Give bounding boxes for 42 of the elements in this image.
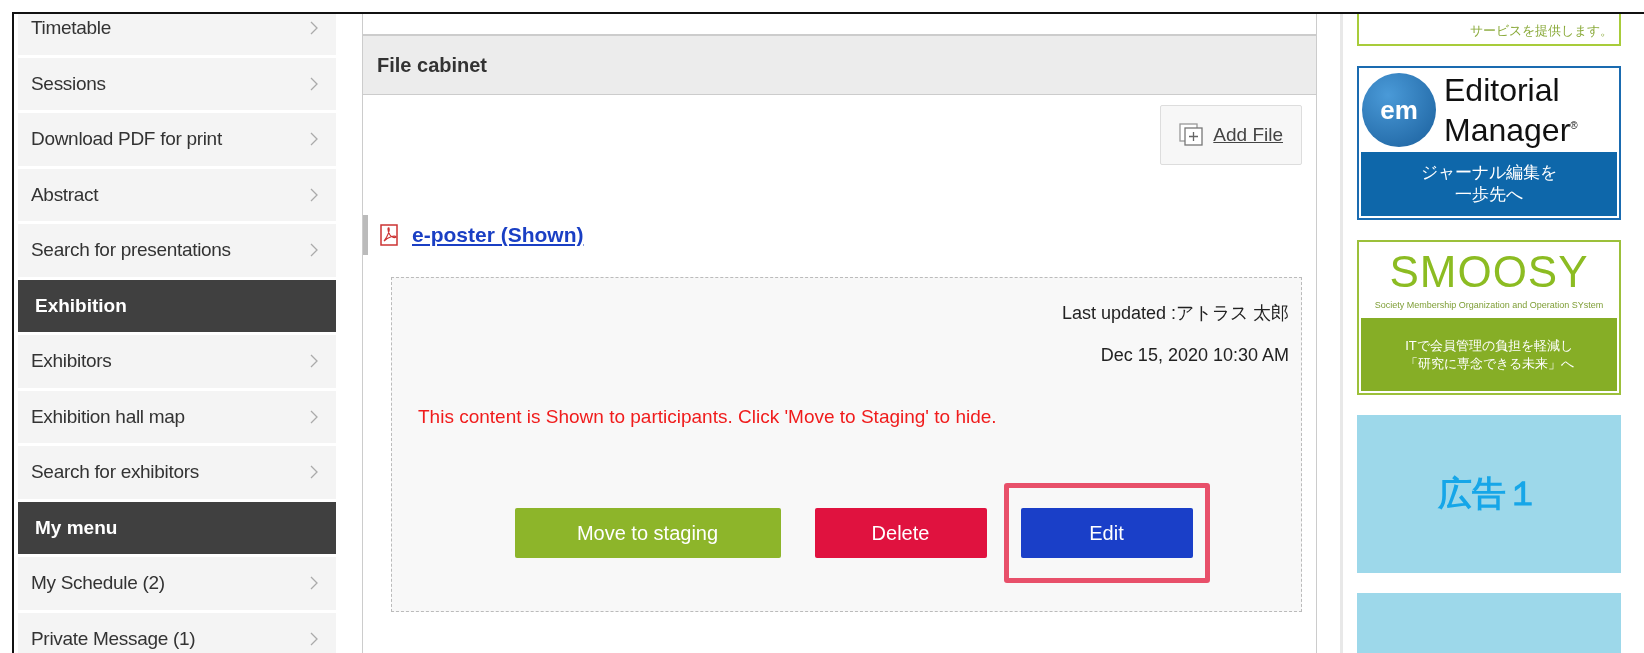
file-link[interactable]: e-poster (Shown) xyxy=(412,223,584,247)
ad-tagline: Society Membership Organization and Operation SYstem xyxy=(1374,300,1604,310)
date-text: Dec 15, 2020 10:30 AM xyxy=(1099,344,1289,367)
ad-caption: 「研究に専念できる未来」へ xyxy=(1404,354,1574,373)
pdf-icon xyxy=(380,224,400,246)
sidebar-item[interactable]: Abstract xyxy=(18,168,336,221)
ad-caption: ジャーナル編集を xyxy=(1421,162,1557,184)
chevron-icon xyxy=(310,631,318,646)
sidebar-item[interactable]: Exhibitors xyxy=(18,335,336,388)
sidebar-item[interactable]: Download PDF for print xyxy=(18,113,336,166)
chevron-icon xyxy=(310,76,318,91)
sidebar-heading: Exhibition xyxy=(18,279,336,332)
sidebar-item[interactable]: Private Message (1) xyxy=(18,612,336,653)
ad-caption: ITで会員管理の負担を軽減し xyxy=(1405,336,1573,355)
sidebar-heading: My menu xyxy=(18,501,336,554)
delete-button[interactable]: Delete xyxy=(814,508,987,558)
logo-circle: em xyxy=(1362,73,1436,147)
chevron-icon xyxy=(310,21,318,36)
chevron-icon xyxy=(310,409,318,424)
sidebar-item[interactable]: Search for presentations xyxy=(18,224,336,277)
add-file-button[interactable]: Add File xyxy=(1160,105,1302,165)
edit-button[interactable]: Edit xyxy=(1020,508,1193,558)
sidebar-item[interactable]: Search for exhibitors xyxy=(18,446,336,499)
ad-text: サービスを提供します。 xyxy=(1470,22,1613,40)
chevron-icon xyxy=(310,187,318,202)
chevron-icon xyxy=(310,354,318,369)
sidebar-item[interactable]: Timetable xyxy=(18,14,336,55)
chevron-icon xyxy=(310,576,318,591)
status-notice: This content is Shown to participants. Click 'Move to Staging' to hide. xyxy=(418,406,998,428)
sidebar-item[interactable]: My Schedule (2) xyxy=(18,557,336,610)
add-file-icon xyxy=(1179,123,1206,147)
last-updated-text: Last updated :アトラス 太郎 xyxy=(1060,302,1289,325)
ad-caption: 一歩先へ xyxy=(1455,184,1523,206)
chevron-icon xyxy=(310,243,318,258)
section-header: File cabinet xyxy=(363,35,1316,95)
chevron-icon xyxy=(310,465,318,480)
sidebar-item[interactable]: Exhibition hall map xyxy=(18,390,336,443)
sidebar-item[interactable]: Sessions xyxy=(18,57,336,110)
ad-title: Manager$^{®}$ xyxy=(1444,110,1578,148)
chevron-icon xyxy=(310,132,318,147)
ad-title: Editorial xyxy=(1444,72,1561,109)
ad-logo: SMOOSY xyxy=(1389,246,1589,298)
